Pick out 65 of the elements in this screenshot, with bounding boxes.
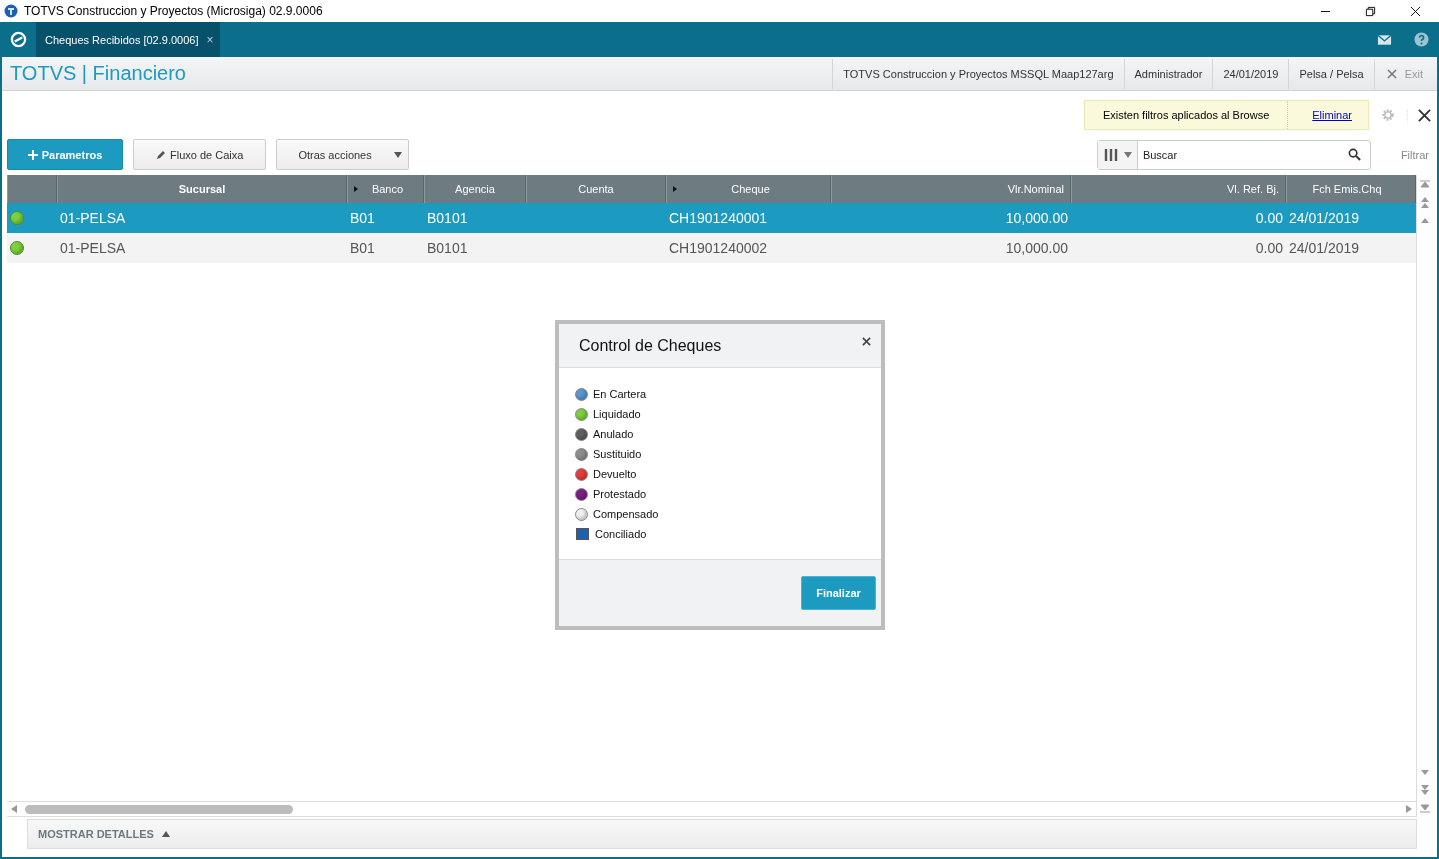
cash-flow-button[interactable]: Fluxo de Caixa — [133, 139, 267, 170]
pencil-icon — [156, 149, 166, 160]
caret-icon — [393, 151, 402, 158]
legend-label: Compensado — [593, 508, 659, 520]
sort-arrow-icon — [354, 186, 358, 192]
legend-label: Conciliado — [595, 528, 647, 540]
search-box[interactable]: Buscar — [1096, 139, 1371, 170]
legend-label: Liquidado — [593, 408, 641, 420]
table-cell: 24/01/2019 — [1289, 240, 1360, 256]
logo-icon — [9, 31, 27, 48]
columns-icon — [1103, 148, 1118, 161]
caret-icon — [1123, 151, 1132, 158]
more-actions-button[interactable]: Otras acciones — [276, 139, 409, 170]
show-details-button[interactable]: MOSTRAR DETALLES — [28, 828, 180, 840]
table-cell: 01-PELSA — [60, 210, 126, 226]
table-cell: B01 — [350, 210, 375, 226]
exit-button[interactable]: Exit — [1373, 58, 1437, 89]
session-info: TOTVS Construccion y Proyectos MSSQL Maap127arg — [832, 58, 1124, 89]
table-cell: 01-PELSA — [60, 240, 126, 256]
legend-label: Protestado — [593, 488, 647, 500]
table-cell: 10,000.00 — [1005, 210, 1068, 226]
table-cell: 24/01/2019 — [1289, 210, 1360, 226]
table-row[interactable]: 01-PELSA B01 B0101 CH1901240002 10,000.00 0.00 24/01/2019 — [7, 233, 1416, 263]
session-info: Administrador — [1123, 58, 1213, 89]
close-icon[interactable] — [1410, 5, 1421, 17]
legend-label: Sustituido — [593, 448, 642, 460]
legend-label: Devuelto — [593, 468, 637, 480]
sort-arrow-icon — [673, 186, 677, 192]
scroll-left-icon — [11, 805, 17, 813]
table-cell: CH1901240002 — [669, 240, 768, 256]
close-icon — [1386, 68, 1397, 79]
session-info: Pelsa / Pelsa — [1288, 58, 1374, 89]
table-cell: 0.00 — [1255, 210, 1283, 226]
settings-icon[interactable] — [1381, 108, 1395, 122]
restore-icon[interactable] — [1365, 5, 1376, 17]
parameters-button[interactable]: Parametros — [7, 139, 123, 170]
plus-icon — [27, 149, 38, 160]
notice-text: Existen filtros aplicados al Browse — [1084, 101, 1289, 129]
table-cell: B0101 — [427, 240, 468, 256]
table-cell: 10,000.00 — [1005, 240, 1068, 256]
legend-label: En Cartera — [593, 388, 647, 400]
filter-button[interactable]: Filtrar — [1380, 148, 1429, 161]
columns-button[interactable] — [1097, 140, 1138, 169]
caret-up-icon — [161, 831, 170, 837]
search-icon — [1347, 148, 1361, 161]
remove-filter-link[interactable]: Eliminar — [1288, 109, 1368, 121]
scroll-right-icon — [1406, 805, 1412, 813]
table-cell: CH1901240001 — [669, 210, 768, 226]
horizontal-scrollbar[interactable] — [7, 801, 1416, 817]
table-cell: 0.00 — [1255, 240, 1283, 256]
session-info: 24/01/2019 — [1212, 58, 1289, 89]
close-tab-button[interactable]: × — [206, 32, 214, 47]
module-title: TOTVS | Financiero — [9, 62, 186, 85]
table-cell: B0101 — [427, 210, 468, 226]
window-title: TOTVS Construccion y Proyectos (Microsiga) 02.9.0006 — [24, 4, 323, 18]
table-cell: B01 — [350, 240, 375, 256]
legend-label: Anulado — [593, 428, 634, 440]
app-logo-icon — [4, 4, 18, 18]
mail-icon[interactable] — [1377, 33, 1392, 46]
help-icon[interactable] — [1414, 32, 1429, 47]
finish-button[interactable]: Finalizar — [801, 576, 876, 610]
dialog-title: Control de Cheques — [579, 336, 723, 355]
tab[interactable]: Cheques Recibidos [02.9.0006] × — [36, 22, 220, 57]
table-row[interactable]: 01-PELSA B01 B0101 CH1901240001 10,000.00 0.00 24/01/2019 — [7, 203, 1416, 233]
close-icon[interactable] — [862, 337, 871, 346]
